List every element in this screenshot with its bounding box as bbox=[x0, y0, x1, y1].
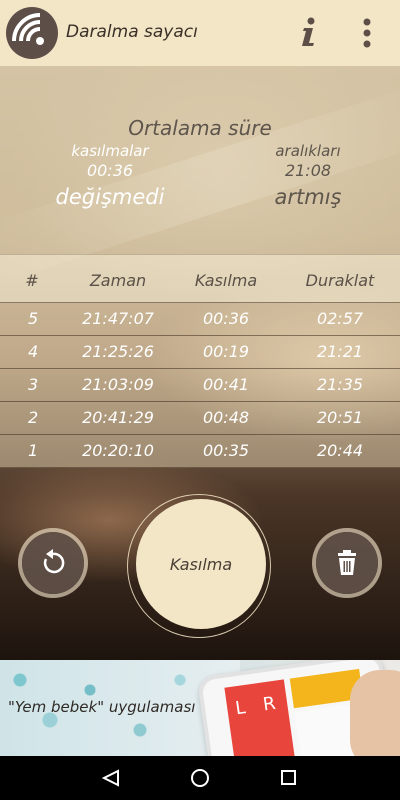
app-title: Daralma sayacı bbox=[66, 22, 198, 42]
ad-hand-image bbox=[350, 670, 400, 756]
trash-icon bbox=[338, 550, 356, 575]
row-contraction: 00:41 bbox=[202, 375, 250, 394]
row-time: 21:25:26 bbox=[82, 342, 154, 361]
row-number: 5 bbox=[28, 309, 39, 328]
contractions-label: kasılmalar bbox=[71, 142, 149, 160]
vertical-dots-icon[interactable] bbox=[356, 16, 378, 50]
table-row[interactable]: 1 20:20:10 00:35 20:44 bbox=[0, 434, 400, 468]
row-pause: 02:57 bbox=[316, 309, 364, 328]
intervals-trend: artmış bbox=[274, 185, 342, 209]
row-contraction: 00:36 bbox=[202, 309, 250, 328]
row-pause: 21:21 bbox=[316, 342, 364, 361]
system-navigation-bar bbox=[0, 756, 400, 800]
interval-average: aralıkları 21:08 artmış bbox=[248, 142, 368, 212]
row-number: 2 bbox=[28, 408, 39, 427]
row-time: 21:03:09 bbox=[82, 375, 154, 394]
table-row[interactable]: 5 21:47:07 00:36 02:57 bbox=[0, 302, 400, 335]
info-icon[interactable] bbox=[298, 16, 320, 48]
contraction-button[interactable]: Kasılma bbox=[136, 499, 266, 629]
row-pause: 20:44 bbox=[316, 441, 364, 460]
contraction-table: 5 21:47:07 00:36 02:57 4 21:25:26 00:19 … bbox=[0, 302, 400, 468]
delete-button[interactable] bbox=[316, 532, 378, 594]
table-row[interactable]: 4 21:25:26 00:19 21:21 bbox=[0, 335, 400, 368]
contraction-average: kasılmalar 00:36 değişmedi bbox=[50, 142, 170, 212]
summary-title: Ortalama süre bbox=[128, 116, 272, 140]
row-contraction: 00:48 bbox=[202, 408, 250, 427]
ad-text: "Yem bebek" uygulaması bbox=[8, 698, 196, 716]
row-time: 21:47:07 bbox=[82, 309, 154, 328]
row-pause: 20:51 bbox=[316, 408, 364, 427]
table-row[interactable]: 3 21:03:09 00:41 21:35 bbox=[0, 368, 400, 401]
intervals-label: aralıkları bbox=[275, 142, 341, 160]
back-triangle-icon[interactable] bbox=[101, 769, 119, 787]
summary-panel: Ortalama süre kasılmalar 00:36 değişmedi… bbox=[0, 66, 400, 254]
contractions-value: 00:36 bbox=[86, 161, 134, 180]
row-contraction: 00:35 bbox=[202, 441, 250, 460]
signal-arcs-icon bbox=[6, 7, 58, 59]
column-header-number: # bbox=[25, 271, 39, 290]
table-header: # Zaman Kasılma Duraklat bbox=[0, 254, 400, 303]
column-header-pause: Duraklat bbox=[305, 271, 375, 290]
ad-banner[interactable]: "Yem bebek" uygulaması L R bbox=[0, 660, 400, 756]
row-contraction: 00:19 bbox=[202, 342, 250, 361]
column-header-contraction: Kasılma bbox=[194, 271, 258, 290]
intervals-value: 21:08 bbox=[284, 161, 332, 180]
home-circle-icon[interactable] bbox=[191, 769, 209, 787]
undo-icon bbox=[43, 549, 65, 574]
app-header: Daralma sayacı bbox=[0, 0, 400, 66]
row-pause: 21:35 bbox=[316, 375, 364, 394]
row-number: 3 bbox=[28, 375, 39, 394]
row-number: 4 bbox=[28, 342, 39, 361]
column-header-time: Zaman bbox=[89, 271, 147, 290]
row-time: 20:41:29 bbox=[82, 408, 154, 427]
recents-square-icon[interactable] bbox=[281, 770, 296, 785]
row-time: 20:20:10 bbox=[82, 441, 154, 460]
undo-button[interactable] bbox=[22, 532, 84, 594]
contractions-trend: değişmedi bbox=[55, 185, 165, 209]
row-number: 1 bbox=[28, 441, 39, 460]
table-row[interactable]: 2 20:41:29 00:48 20:51 bbox=[0, 401, 400, 434]
